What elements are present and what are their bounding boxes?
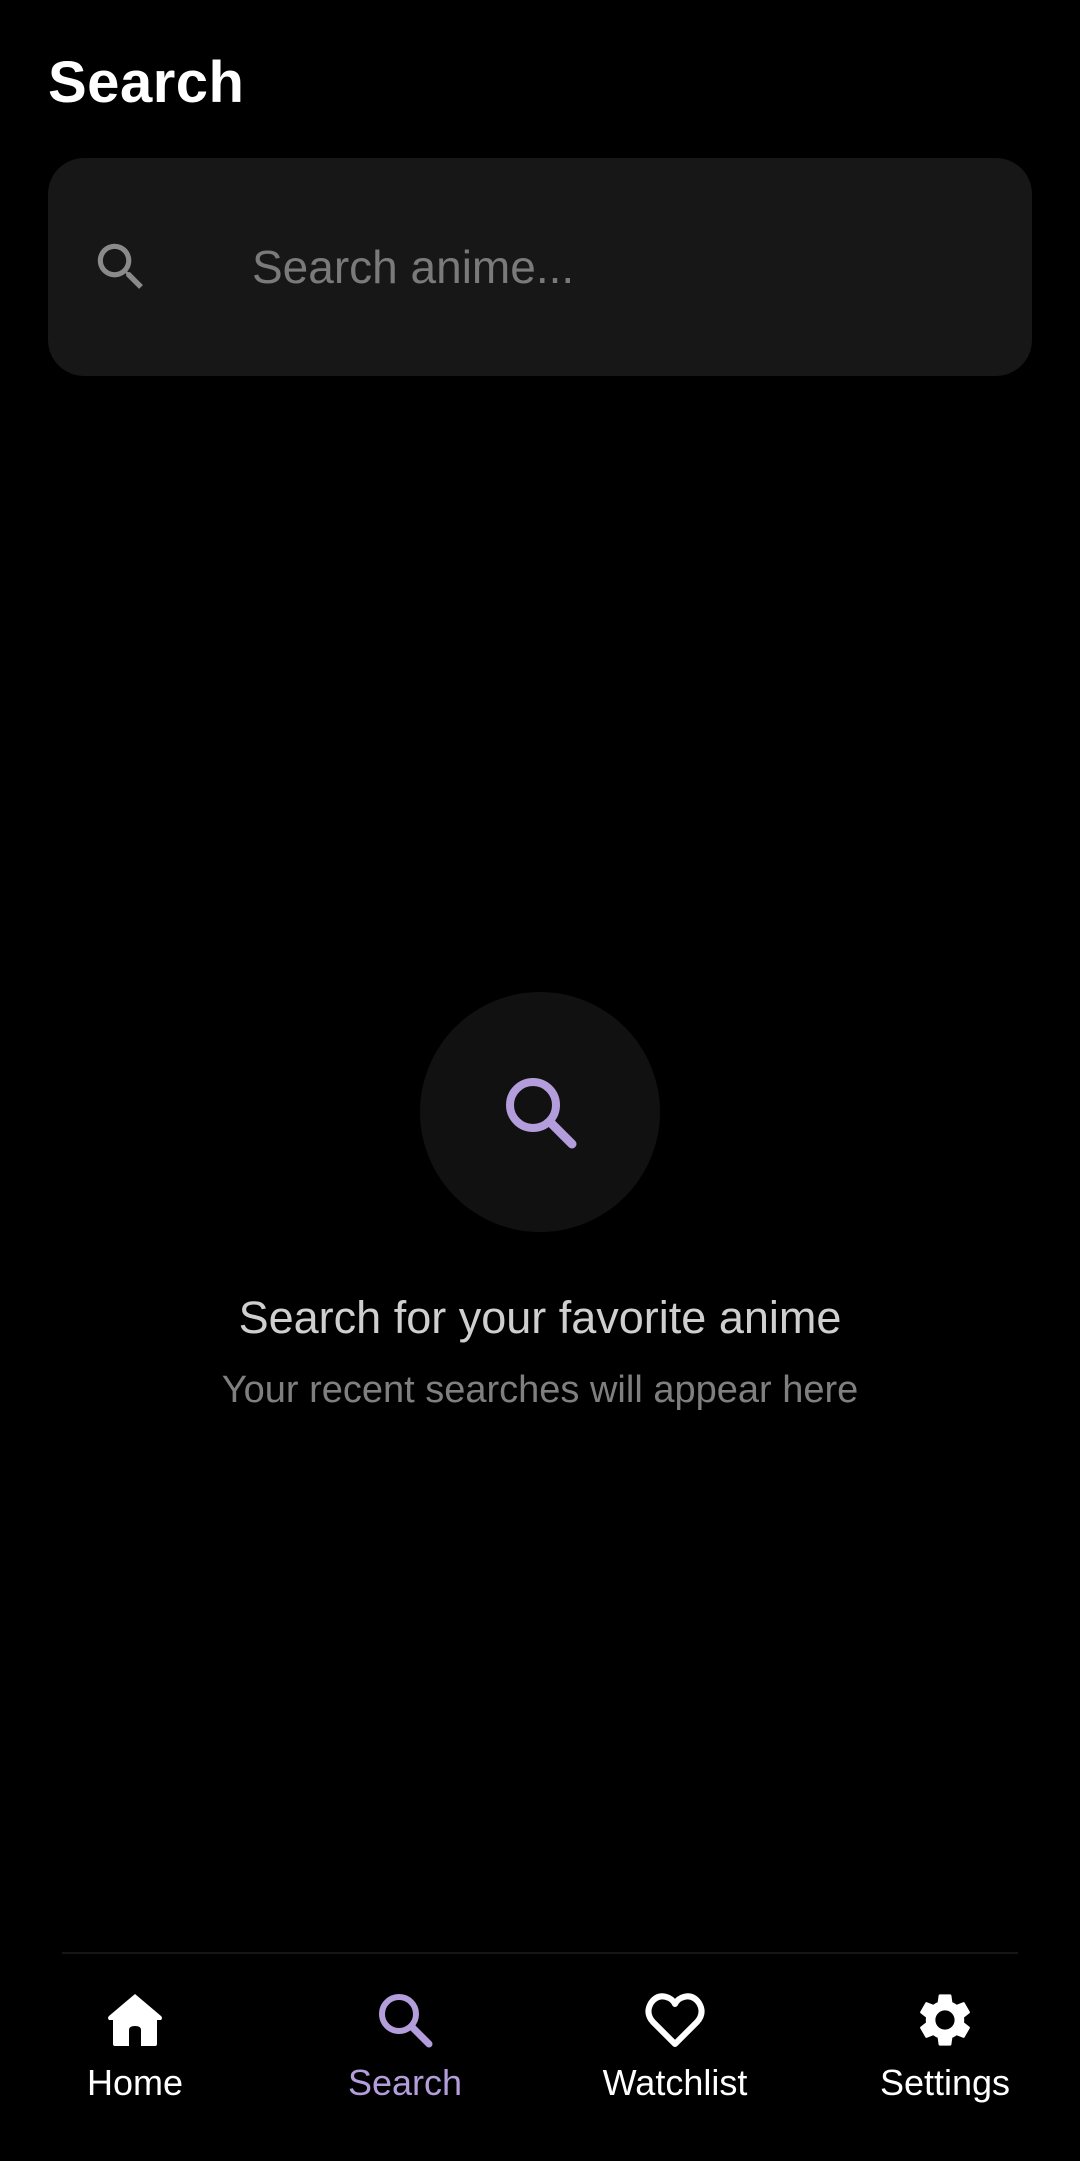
home-icon [108, 1994, 162, 2046]
search-icon [97, 243, 143, 289]
nav-label-settings: Settings [879, 2062, 1011, 2103]
search-bar[interactable] [48, 158, 1032, 376]
nav-label-watchlist: Watchlist [602, 2062, 748, 2103]
bottom-navigation: Home Search Watchlist Settings [0, 1952, 1080, 2161]
nav-divider [62, 1952, 1018, 1954]
nav-item-home[interactable]: Home [0, 1988, 270, 2128]
heart-icon [645, 1993, 705, 2047]
gear-icon [920, 1994, 970, 2046]
page-title: Search [48, 50, 245, 115]
nav-label-search: Search [347, 2062, 463, 2103]
empty-state-title: Search for your favorite anime [238, 1292, 842, 1343]
nav-label-home: Home [86, 2062, 184, 2103]
search-icon [506, 1078, 577, 1149]
nav-item-search[interactable]: Search [270, 1988, 540, 2128]
nav-item-watchlist[interactable]: Watchlist [540, 1988, 810, 2128]
search-input[interactable] [204, 158, 1004, 376]
nav-item-settings[interactable]: Settings [810, 1988, 1080, 2128]
empty-state: Search for your favorite anime Your rece… [0, 992, 1080, 1414]
search-icon [379, 1994, 433, 2048]
empty-state-icon-circle [420, 992, 660, 1232]
empty-state-subtitle: Your recent searches will appear here [221, 1369, 859, 1411]
